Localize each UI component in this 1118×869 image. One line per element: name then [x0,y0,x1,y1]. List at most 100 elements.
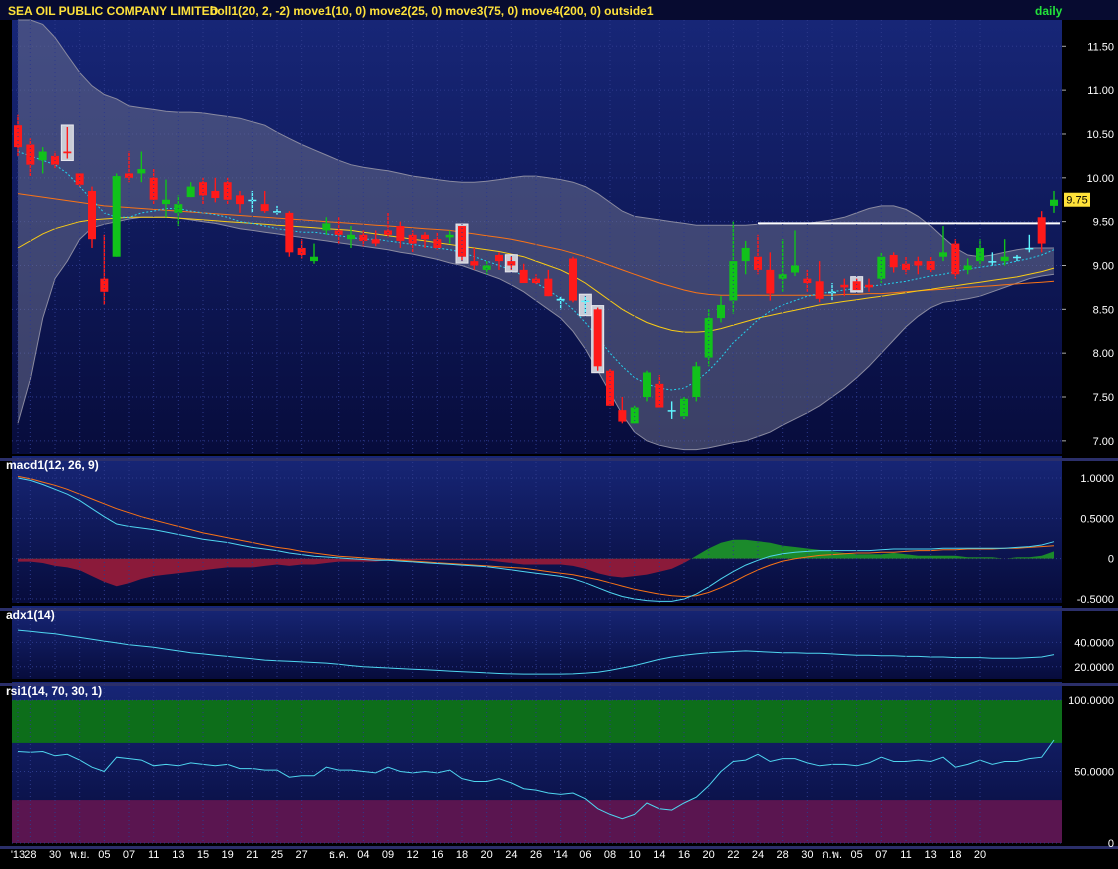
x-axis-label: 27 [296,849,308,861]
company-title: SEA OIL PUBLIC COMPANY LIMITED [8,4,219,18]
x-axis-label: 24 [752,849,764,861]
price-tick-label: 8.00 [1093,348,1114,360]
candle-body [63,151,72,154]
x-axis-label: '13 [11,849,25,861]
x-axis-label: 05 [851,849,863,861]
macd-tick-label: 0.5000 [1080,513,1114,525]
price-tick-label: 7.50 [1093,392,1114,404]
price-tick-label: 9.00 [1093,260,1114,272]
price-tick-label: 11.50 [1087,41,1114,53]
x-axis-label: พ.ย. [70,849,90,861]
rsi-oversold-zone [12,800,1062,843]
stock-chart[interactable]: 7.00 7.50 8.00 8.50 9.00 9.50 10.00 10.50 11.00 1… [0,0,1118,864]
candle-body [75,173,84,185]
candle-body [717,304,725,319]
macd-tick-label: 1.0000 [1080,473,1114,485]
macd-title: macd1(12, 26, 9) [6,458,99,472]
x-axis-label: 18 [949,849,961,861]
candle-body [470,261,479,266]
candle-body [655,383,664,408]
x-axis-label: 16 [678,849,690,861]
candle-body [791,265,799,273]
candle-body [643,372,651,398]
candle-body [1000,256,1009,262]
x-axis-label: 13 [925,849,937,861]
candle-body [963,265,972,270]
candle-body [482,265,491,270]
price-tick-label: 10.50 [1086,129,1114,141]
candle-body [1050,199,1058,206]
x-axis-label: 28 [777,849,789,861]
price-tick-label: 7.00 [1093,436,1114,448]
x-axis-label: 21 [246,849,258,861]
macd-tick-label: 0 [1108,554,1114,566]
x-axis-label: 26 [530,849,542,861]
x-axis-label: 15 [197,849,209,861]
candle-body [186,186,195,198]
candle-body [519,269,528,284]
candle-body [125,173,133,178]
x-axis-label: 05 [98,849,110,861]
candle-body [976,247,984,262]
x-axis-label: 28 [24,849,36,861]
x-axis-label: 19 [222,849,234,861]
x-axis-label: 20 [703,849,715,861]
candle-body [988,261,997,263]
candle-body [310,256,318,262]
x-axis-label: 11 [148,849,159,861]
candle-body [667,410,676,412]
x-axis-label: ก.พ. [822,849,842,861]
candle-body [889,254,898,268]
candle-body [112,176,121,257]
x-axis-label: 24 [505,849,517,861]
adx-tick-label: 40.0000 [1074,637,1114,649]
candle-body [322,223,331,231]
candle-body [236,195,244,205]
x-axis-label: 09 [382,849,394,861]
candle-body [137,169,146,174]
candle-body [593,309,602,367]
price-tick-label: 11.00 [1087,85,1114,97]
x-axis-label: 11 [900,849,911,861]
adx-title: adx1(14) [6,608,55,622]
x-axis-label: 12 [407,849,419,861]
candle-body [741,247,750,262]
adx-tick-label: 20.0000 [1074,662,1114,674]
candle-body [680,398,688,417]
x-axis-label: 13 [172,849,184,861]
candle-body [914,261,923,266]
panel-separator [0,458,1118,461]
candle-body [285,212,294,253]
candle-body [766,269,775,294]
candle-body [1013,256,1021,259]
candle-body [544,278,553,297]
candle-body [260,204,269,212]
candle-body [865,284,873,288]
candle-body [1037,217,1046,244]
x-axis-label: 04 [357,849,369,861]
candle-body [396,226,405,241]
candle-body [692,366,701,398]
candle-body [754,256,762,270]
x-axis-label: 06 [579,849,591,861]
rsi-overbought-zone [12,700,1062,743]
panel-separator [0,683,1118,686]
x-axis-label: 07 [875,849,887,861]
price-tick-label: 8.50 [1093,304,1114,316]
price-tick-label: 10.00 [1086,173,1114,185]
candle-body [38,151,47,161]
x-axis-label: 22 [727,849,739,861]
candle-body [840,284,849,288]
candle-body [815,281,824,299]
candle-body [939,252,947,257]
candle-body [347,234,355,240]
x-axis-label: 07 [123,849,135,861]
rsi-tick-label: 100.0000 [1068,695,1114,707]
study-list: boll1(20, 2, -2) move1(10, 0) move2(25, … [210,4,654,18]
rsi-tick-label: 50.0000 [1074,767,1114,779]
x-axis-label: ธ.ค. [329,849,349,861]
interval-label: daily [1035,4,1063,18]
candle-body [297,247,306,255]
candle-body [162,199,170,205]
rsi-title: rsi1(14, 70, 30, 1) [6,684,102,698]
